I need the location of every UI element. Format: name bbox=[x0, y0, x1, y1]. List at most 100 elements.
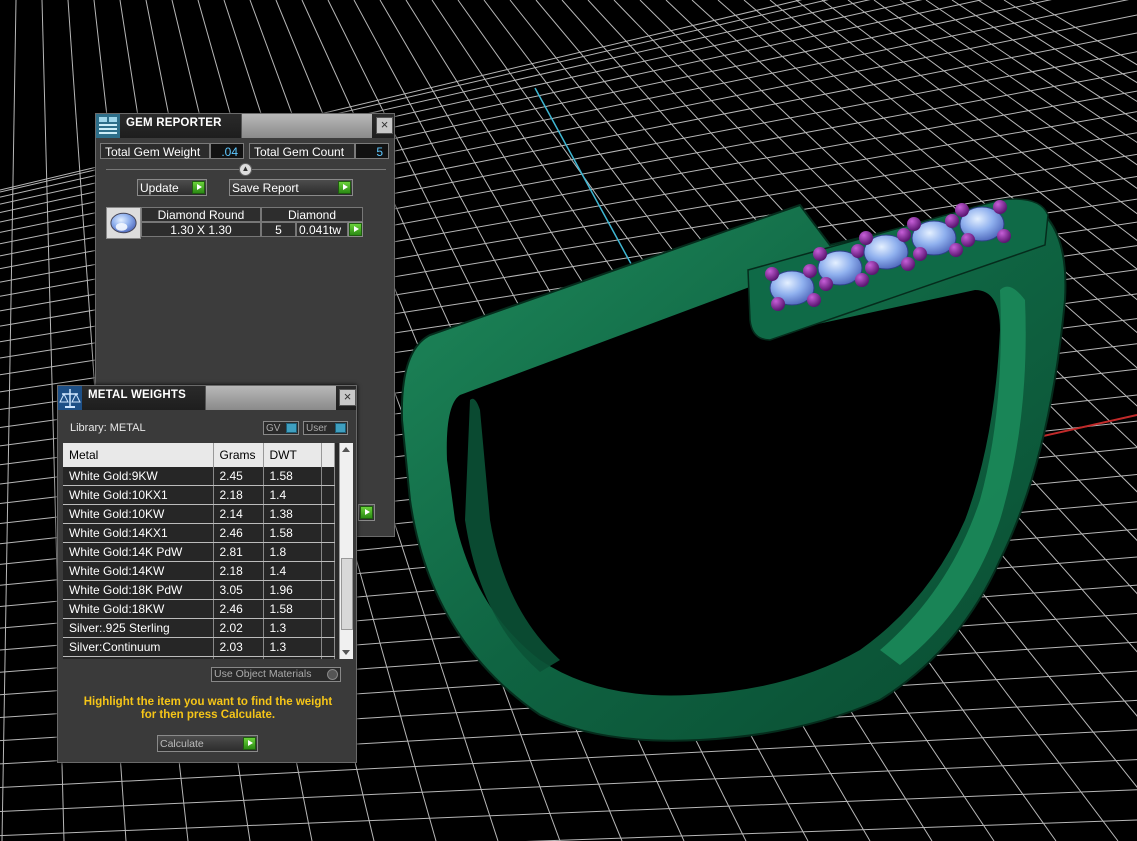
grams-cell: 2.14 bbox=[213, 504, 264, 524]
gv-toggle[interactable]: GV bbox=[263, 421, 299, 435]
metal-table-scrollbar[interactable] bbox=[339, 443, 353, 659]
prong-bead bbox=[945, 214, 959, 228]
metal-cell: White Gold:14K PdW bbox=[63, 542, 214, 562]
prong-bead bbox=[771, 297, 785, 311]
calculate-button[interactable]: Calculate bbox=[157, 735, 258, 752]
calculate-hint: Highlight the item you want to find the … bbox=[68, 696, 348, 722]
user-toggle[interactable]: User bbox=[303, 421, 348, 435]
gv-toggle-knob bbox=[286, 423, 297, 433]
row-spacer-cell bbox=[321, 637, 335, 657]
gem-reporter-close-button[interactable]: × bbox=[376, 117, 393, 134]
gem-reporter-drag-handle[interactable] bbox=[241, 114, 372, 138]
table-row[interactable]: White Gold:14KX1 2.46 1.58 bbox=[63, 523, 335, 543]
gem-weight-cell: 0.041tw bbox=[296, 222, 348, 237]
scrollbar-thumb[interactable] bbox=[341, 558, 353, 630]
row-spacer-cell bbox=[321, 599, 335, 619]
row-spacer-cell bbox=[321, 580, 335, 600]
use-object-materials-label: Use Object Materials bbox=[214, 668, 312, 680]
metal-cell: White Gold:18K PdW bbox=[63, 580, 214, 600]
library-label: Library: METAL bbox=[70, 422, 146, 434]
prong-bead bbox=[907, 217, 921, 231]
collapse-arrow-icon[interactable]: ▲ bbox=[239, 163, 252, 176]
grams-cell: 2.46 bbox=[213, 523, 264, 543]
calculate-go-icon bbox=[243, 737, 256, 750]
prong-bead bbox=[855, 273, 869, 287]
dwt-cell: 1.4 bbox=[263, 561, 322, 581]
table-row[interactable]: White Gold:10KW 2.14 1.38 bbox=[63, 504, 335, 524]
prong-bead bbox=[851, 244, 865, 258]
row-spacer-cell bbox=[321, 467, 335, 486]
prong-bead bbox=[807, 293, 821, 307]
prong-bead bbox=[865, 261, 879, 275]
metal-cell: White Gold:14KW bbox=[63, 561, 214, 581]
row-spacer-cell bbox=[321, 561, 335, 581]
table-row[interactable]: White Gold:18K PdW 3.05 1.96 bbox=[63, 580, 335, 600]
calculate-hint-line1: Highlight the item you want to find the … bbox=[83, 696, 333, 708]
prong-bead bbox=[901, 257, 915, 271]
grams-cell: 2.03 bbox=[213, 637, 264, 657]
update-button-label: Update bbox=[140, 181, 179, 195]
row-spacer-cell bbox=[321, 656, 335, 659]
gem-reporter-titlebar[interactable]: GEM REPORTER × bbox=[96, 114, 394, 138]
dwt-cell: 1.3 bbox=[263, 637, 322, 657]
column-header-dwt[interactable]: DWT bbox=[263, 443, 322, 467]
column-header-grams[interactable]: Grams bbox=[213, 443, 264, 467]
prong-bead bbox=[819, 277, 833, 291]
metal-weights-drag-handle[interactable] bbox=[205, 386, 336, 410]
dwt-cell: 1.45 bbox=[263, 656, 322, 659]
prong-bead bbox=[949, 243, 963, 257]
update-button[interactable]: Update bbox=[137, 179, 207, 196]
table-row[interactable]: White Gold:18KW 2.46 1.58 bbox=[63, 599, 335, 619]
grams-cell: 2.18 bbox=[213, 561, 264, 581]
metal-cell: White Gold:9KW bbox=[63, 467, 214, 486]
metal-cell: White Gold:10KW bbox=[63, 504, 214, 524]
metal-cell: White Gold:14KX1 bbox=[63, 523, 214, 543]
use-object-materials-toggle[interactable]: Use Object Materials bbox=[211, 667, 341, 682]
metal-weights-close-button[interactable]: × bbox=[339, 389, 356, 406]
grams-cell: 2.25 bbox=[213, 656, 264, 659]
gem-detail-go-button[interactable] bbox=[348, 222, 363, 237]
update-go-icon bbox=[192, 181, 205, 194]
metal-cell: Silver:.925 Sterling bbox=[63, 618, 214, 638]
prong-bead bbox=[897, 228, 911, 242]
table-row[interactable]: Silver:.925 Sterling 2.02 1.3 bbox=[63, 618, 335, 638]
dwt-cell: 1.58 bbox=[263, 467, 322, 486]
metal-cell: White Gold:18KW bbox=[63, 599, 214, 619]
table-row[interactable]: White Gold:10KX1 2.18 1.4 bbox=[63, 485, 335, 505]
row-spacer-cell bbox=[321, 504, 335, 524]
radio-circle-icon bbox=[327, 669, 338, 680]
table-row[interactable]: Rose Gold:10KR2.251.45 bbox=[63, 656, 335, 659]
table-row[interactable]: White Gold:9KW 2.45 1.58 bbox=[63, 467, 335, 486]
prong-bead bbox=[859, 231, 873, 245]
dwt-cell: 1.38 bbox=[263, 504, 322, 524]
gv-toggle-label: GV bbox=[266, 423, 281, 434]
save-report-button[interactable]: Save Report bbox=[229, 179, 353, 196]
dwt-cell: 1.58 bbox=[263, 523, 322, 543]
gem-shape-cell: Diamond Round bbox=[141, 207, 261, 222]
prong-bead bbox=[765, 267, 779, 281]
prong-bead bbox=[997, 229, 1011, 243]
table-row[interactable]: Silver:Continuum 2.03 1.3 bbox=[63, 637, 335, 657]
table-row[interactable]: White Gold:14KW 2.18 1.4 bbox=[63, 561, 335, 581]
table-row[interactable]: White Gold:14K PdW 2.81 1.8 bbox=[63, 542, 335, 562]
scroll-down-arrow-icon[interactable] bbox=[342, 650, 350, 655]
user-toggle-label: User bbox=[306, 423, 328, 434]
scroll-up-arrow-icon[interactable] bbox=[342, 447, 350, 452]
metal-table[interactable]: Metal Grams DWT White Gold:9KW 2.45 1.58 Wh… bbox=[63, 443, 339, 659]
total-gem-count-value: 5 bbox=[355, 143, 389, 159]
metal-weights-panel: METAL WEIGHTS × Library: METAL GV User M… bbox=[57, 385, 357, 763]
dwt-cell: 1.4 bbox=[263, 485, 322, 505]
row-spacer-cell bbox=[321, 542, 335, 562]
grams-cell: 2.46 bbox=[213, 599, 264, 619]
row-spacer-cell bbox=[321, 618, 335, 638]
metal-weights-titlebar[interactable]: METAL WEIGHTS × bbox=[58, 386, 356, 410]
column-header-metal[interactable]: Metal bbox=[63, 443, 214, 467]
total-gem-weight-label: Total Gem Weight bbox=[100, 143, 210, 159]
metal-cell: White Gold:10KX1 bbox=[63, 485, 214, 505]
prong-bead bbox=[993, 200, 1007, 214]
total-gem-weight-value: .04 bbox=[210, 143, 244, 159]
gem-reporter-title: GEM REPORTER bbox=[126, 117, 222, 129]
gem-reporter-bottom-go-button[interactable] bbox=[358, 504, 375, 521]
round-diamond-icon bbox=[106, 207, 141, 239]
save-report-go-icon bbox=[338, 181, 351, 194]
